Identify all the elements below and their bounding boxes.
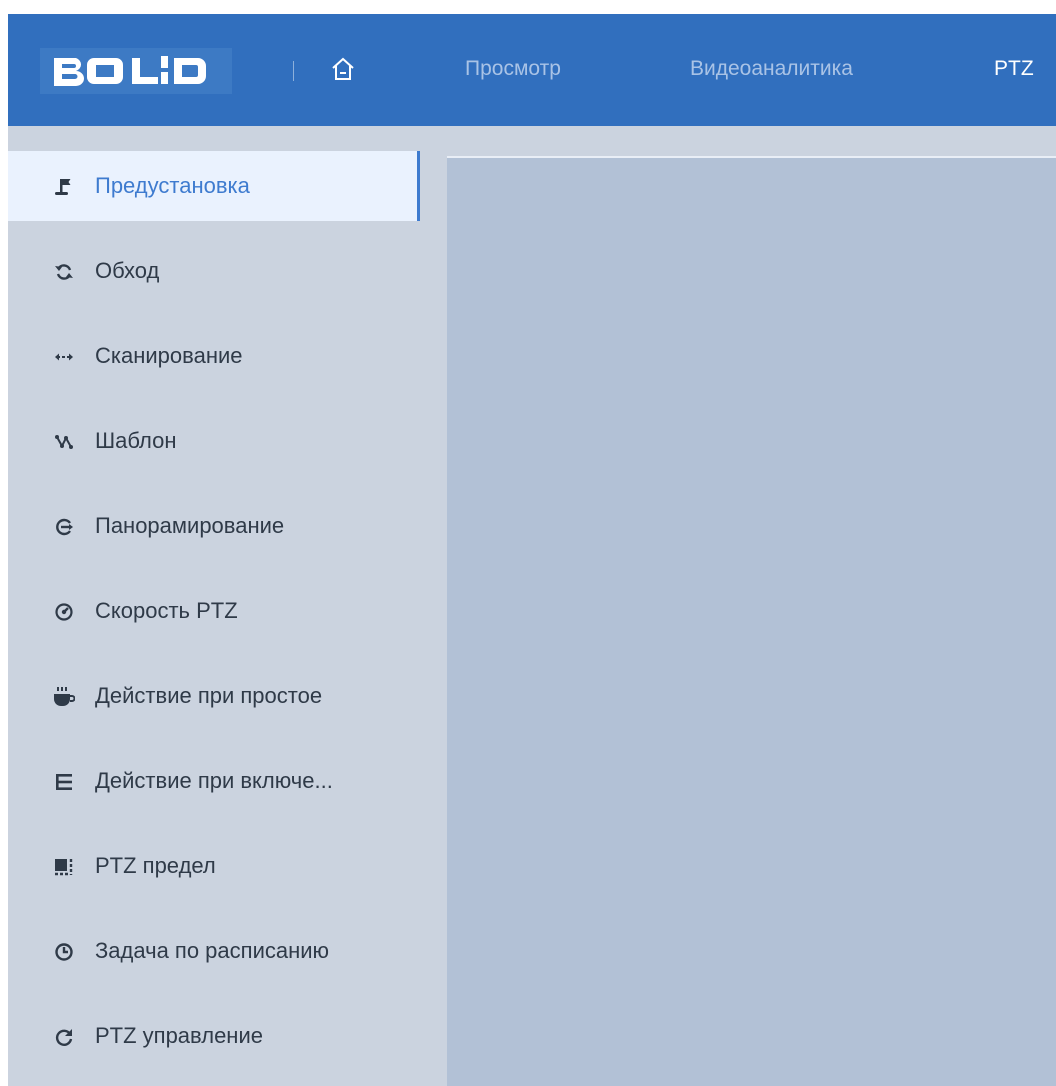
sidebar-item-power-up-action[interactable]: Действие при включе...	[8, 746, 417, 816]
ptz-sidebar-menu: Предустановка Обход Сканирование Шаблон …	[8, 126, 445, 1086]
idle-cup-icon	[53, 686, 75, 708]
clock-icon	[53, 941, 75, 963]
sidebar-item-ptz-limit[interactable]: PTZ предел	[8, 831, 417, 901]
sidebar-item-label: Обход	[95, 258, 160, 283]
limit-icon	[53, 856, 75, 878]
sidebar-item-label: Шаблон	[95, 428, 177, 453]
preset-settings-panel	[447, 156, 1056, 1086]
sidebar-item-label: Задача по расписанию	[95, 938, 330, 963]
sidebar-item-label: Сканирование	[95, 343, 243, 368]
top-navigation-bar: Просмотр Видеоаналитика PTZ	[8, 14, 1056, 126]
sidebar-item-label: Панорамирование	[95, 513, 285, 538]
home-icon[interactable]	[328, 54, 358, 84]
speed-icon	[53, 601, 75, 623]
power-up-list-icon	[53, 771, 75, 793]
scan-icon	[53, 346, 75, 368]
nav-tab-live[interactable]: Просмотр	[465, 56, 561, 82]
sidebar-item-ptz-speed[interactable]: Скорость PTZ	[8, 576, 417, 646]
sidebar-item-label: Предустановка	[95, 173, 250, 198]
sidebar-item-label: PTZ предел	[95, 853, 216, 878]
bolid-logo	[40, 48, 232, 94]
header-divider	[293, 61, 294, 81]
sidebar-item-scheduled-task[interactable]: Задача по расписанию	[8, 916, 417, 986]
main-content-area	[445, 126, 1056, 1086]
sidebar-item-label: Действие при включе...	[95, 768, 333, 793]
sidebar-item-preset[interactable]: Предустановка	[8, 151, 420, 221]
nav-tab-video-analytics[interactable]: Видеоаналитика	[690, 56, 853, 82]
pattern-icon	[53, 431, 75, 453]
sidebar-item-pan[interactable]: Панорамирование	[8, 491, 417, 561]
sidebar-item-scan[interactable]: Сканирование	[8, 321, 417, 391]
sidebar-item-idle-action[interactable]: Действие при простое	[8, 661, 417, 731]
app-frame: Просмотр Видеоаналитика PTZ Предустановк…	[8, 14, 1056, 1086]
sidebar-item-tour[interactable]: Обход	[8, 236, 417, 306]
tour-icon	[53, 261, 75, 283]
sidebar-item-label: Действие при простое	[95, 683, 323, 708]
sidebar-item-label: PTZ управление	[95, 1023, 263, 1048]
nav-tab-ptz[interactable]: PTZ	[994, 56, 1034, 82]
sidebar-item-pattern[interactable]: Шаблон	[8, 406, 417, 476]
sidebar-item-label: Скорость PTZ	[95, 598, 238, 623]
sidebar-item-ptz-control[interactable]: PTZ управление	[8, 1001, 417, 1071]
preset-flag-icon	[53, 176, 75, 198]
pan-icon	[53, 516, 75, 538]
refresh-icon	[53, 1026, 75, 1048]
